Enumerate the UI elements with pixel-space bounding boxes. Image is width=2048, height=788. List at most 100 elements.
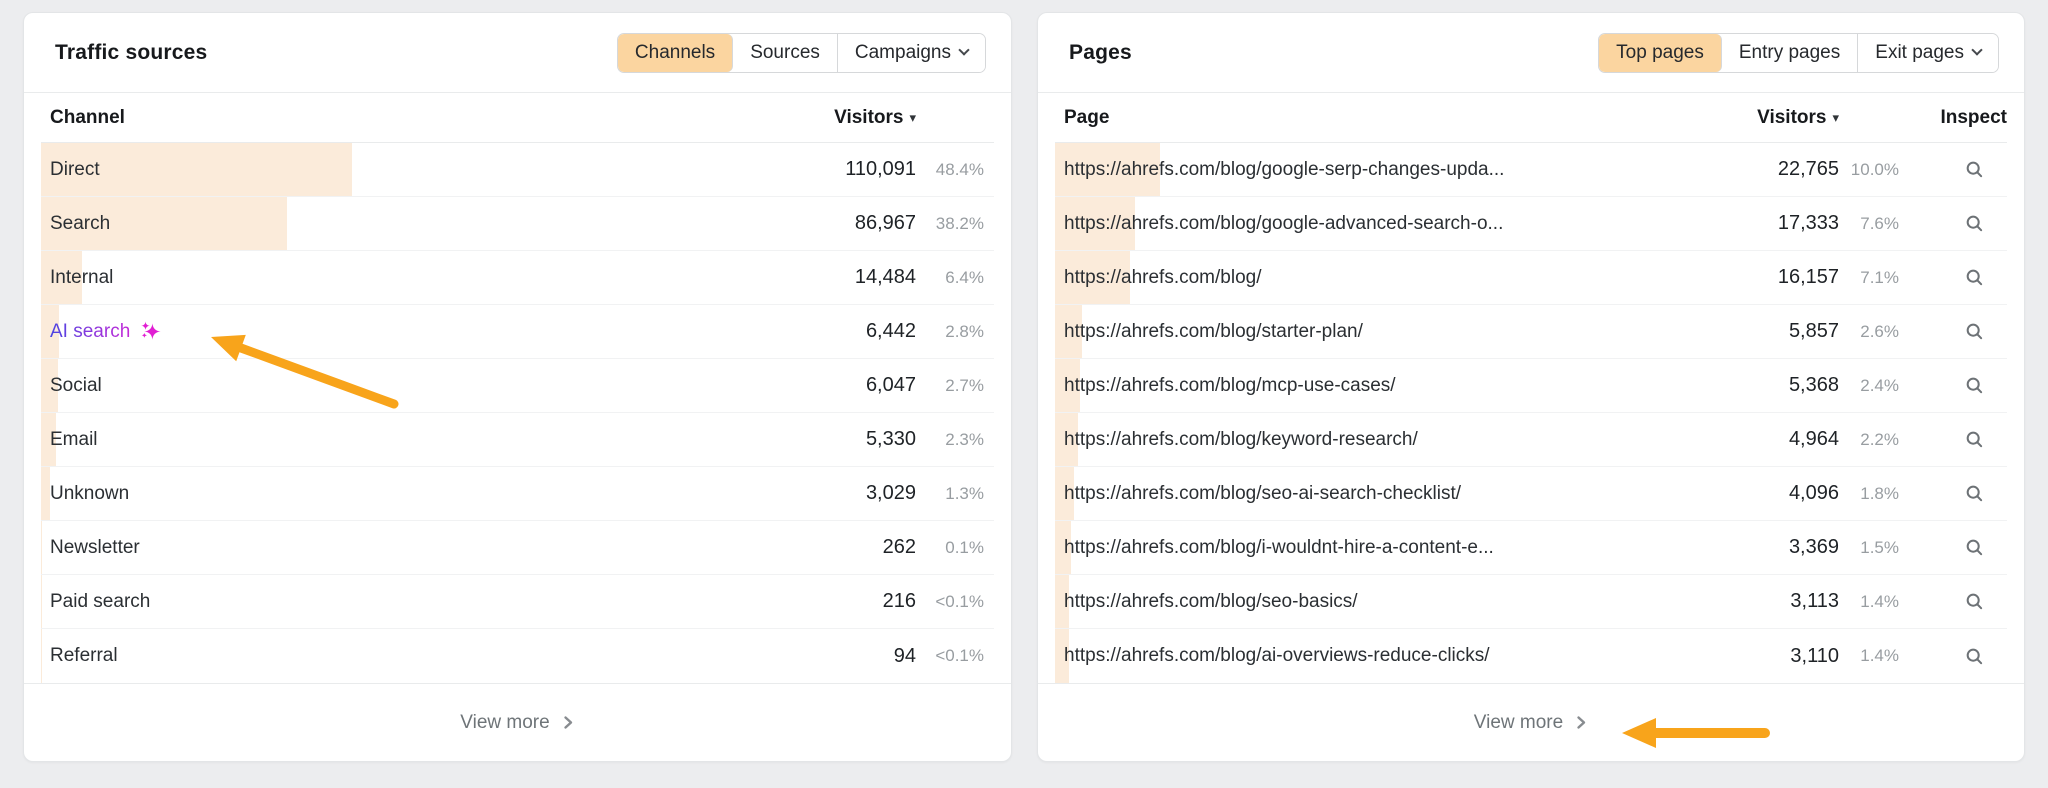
- page-url[interactable]: https://ahrefs.com/blog/seo-basics/: [1055, 591, 1699, 613]
- visitors-percent: 7.6%: [1860, 213, 1899, 233]
- tab-channels[interactable]: Channels: [617, 33, 734, 72]
- channel-row[interactable]: Internal 14,484 6.4%: [41, 251, 994, 305]
- pages-panel: Pages Top pages Entry pages Exit pages P…: [1037, 12, 2025, 762]
- inspect-icon[interactable]: [1964, 591, 1985, 612]
- page-row[interactable]: https://ahrefs.com/blog/seo-ai-search-ch…: [1055, 467, 2007, 521]
- channel-row[interactable]: Unknown 3,029 1.3%: [41, 467, 994, 521]
- tab-exit-pages[interactable]: Exit pages: [1858, 33, 1998, 72]
- visitors-percent: 2.3%: [945, 429, 984, 449]
- page-url[interactable]: https://ahrefs.com/blog/seo-ai-search-ch…: [1055, 483, 1699, 505]
- channel-label: Newsletter: [50, 536, 140, 558]
- inspect-icon[interactable]: [1964, 375, 1985, 396]
- inspect-icon[interactable]: [1964, 321, 1985, 342]
- page-row[interactable]: https://ahrefs.com/blog/i-wouldnt-hire-a…: [1055, 521, 2007, 575]
- inspect-icon[interactable]: [1964, 483, 1985, 504]
- visitors-percent: 1.5%: [1860, 537, 1899, 557]
- page-row[interactable]: https://ahrefs.com/blog/mcp-use-cases/ 5…: [1055, 359, 2007, 413]
- visitors-percent: 2.6%: [1860, 321, 1899, 341]
- page-row[interactable]: https://ahrefs.com/blog/google-serp-chan…: [1055, 143, 2007, 197]
- page-url[interactable]: https://ahrefs.com/blog/google-serp-chan…: [1055, 159, 1699, 181]
- channel-label: Search: [50, 212, 111, 234]
- visitors-percent: 2.8%: [945, 321, 984, 341]
- visitors-percent: 1.4%: [1860, 591, 1899, 611]
- visitors-value: 16,157: [1777, 266, 1839, 288]
- pages-header: Pages Top pages Entry pages Exit pages: [1038, 13, 2024, 93]
- page-row[interactable]: https://ahrefs.com/blog/google-advanced-…: [1055, 197, 2007, 251]
- visitors-value: 5,330: [865, 428, 916, 450]
- channel-row[interactable]: Referral 94 <0.1%: [41, 629, 994, 683]
- channel-rows: Direct 110,091 48.4% Search 86,967 38.2%…: [41, 143, 994, 683]
- visitors-value: 22,765: [1777, 158, 1839, 180]
- page-title: Traffic sources: [55, 40, 208, 64]
- visitors-value: 86,967: [854, 212, 916, 234]
- page-url[interactable]: https://ahrefs.com/blog/ai-overviews-red…: [1055, 645, 1699, 667]
- inspect-icon[interactable]: [1964, 267, 1985, 288]
- visitors-percent: <0.1%: [935, 646, 984, 665]
- visitors-percent: 38.2%: [935, 213, 984, 233]
- traffic-sources-panel: Traffic sources Channels Sources Campaig…: [23, 12, 1012, 762]
- visitors-percent: 2.4%: [1860, 375, 1899, 395]
- channel-row[interactable]: Newsletter 262 0.1%: [41, 521, 994, 575]
- page-row[interactable]: https://ahrefs.com/blog/seo-basics/ 3,11…: [1055, 575, 2007, 629]
- inspect-icon[interactable]: [1964, 213, 1985, 234]
- channel-row[interactable]: AI search 6,442 2.8%: [41, 305, 994, 359]
- visitors-value: 6,047: [865, 374, 916, 396]
- tab-entry-pages[interactable]: Entry pages: [1721, 33, 1859, 72]
- channel-row[interactable]: Social 6,047 2.7%: [41, 359, 994, 413]
- channel-row[interactable]: Paid search 216 <0.1%: [41, 575, 994, 629]
- page-row[interactable]: https://ahrefs.com/blog/starter-plan/ 5,…: [1055, 305, 2007, 359]
- page-url[interactable]: https://ahrefs.com/blog/: [1055, 267, 1699, 289]
- visitors-value: 94: [893, 644, 916, 667]
- channel-label: Direct: [50, 158, 100, 180]
- channel-label: Social: [50, 374, 102, 396]
- view-more-button[interactable]: View more: [1038, 683, 2024, 761]
- visitors-value: 216: [882, 590, 916, 612]
- view-more-button[interactable]: View more: [24, 683, 1011, 761]
- page-row[interactable]: https://ahrefs.com/blog/keyword-research…: [1055, 413, 2007, 467]
- ai-sparkle-icon: [141, 321, 161, 340]
- traffic-sources-table: Channel Visitors ▾ Direct 110,091 48.4% …: [24, 93, 1011, 683]
- visitors-value: 14,484: [854, 266, 916, 288]
- tab-top-pages[interactable]: Top pages: [1599, 33, 1722, 72]
- tab-campaigns[interactable]: Campaigns: [837, 33, 985, 72]
- inspect-icon[interactable]: [1964, 429, 1985, 450]
- visitors-percent: 1.4%: [1860, 646, 1899, 665]
- channel-label: Email: [50, 428, 98, 450]
- channel-label: AI search: [41, 320, 766, 343]
- page-url[interactable]: https://ahrefs.com/blog/google-advanced-…: [1055, 213, 1699, 235]
- sort-desc-icon: ▾: [909, 110, 916, 125]
- channel-label: Unknown: [50, 482, 130, 504]
- traffic-sources-tab-group: Channels Sources Campaigns: [616, 32, 986, 73]
- column-header-channel[interactable]: Channel: [41, 107, 766, 129]
- page-url[interactable]: https://ahrefs.com/blog/i-wouldnt-hire-a…: [1055, 537, 1699, 559]
- visitors-value: 4,964: [1788, 428, 1839, 450]
- inspect-icon[interactable]: [1964, 537, 1985, 558]
- column-header-visitors[interactable]: Visitors ▾: [1699, 107, 1839, 129]
- visitors-value: 3,113: [1790, 590, 1839, 612]
- channel-row[interactable]: Email 5,330 2.3%: [41, 413, 994, 467]
- chevron-right-icon: [564, 716, 572, 729]
- inspect-icon[interactable]: [1964, 646, 1985, 667]
- chevron-right-icon: [1577, 716, 1586, 729]
- visitors-percent: 1.3%: [945, 483, 984, 503]
- channel-row[interactable]: Direct 110,091 48.4%: [41, 143, 994, 197]
- visitors-value: 6,442: [865, 320, 916, 342]
- page-row[interactable]: https://ahrefs.com/blog/ai-overviews-red…: [1055, 629, 2007, 683]
- visitors-percent: 0.1%: [945, 537, 984, 557]
- visitors-percent: 1.8%: [1860, 483, 1899, 503]
- visitors-value: 110,091: [845, 158, 916, 180]
- column-header-visitors[interactable]: Visitors ▾: [766, 107, 916, 129]
- page-url[interactable]: https://ahrefs.com/blog/keyword-research…: [1055, 429, 1699, 451]
- page-row[interactable]: https://ahrefs.com/blog/ 16,157 7.1%: [1055, 251, 2007, 305]
- channel-row[interactable]: Search 86,967 38.2%: [41, 197, 994, 251]
- inspect-icon[interactable]: [1964, 159, 1985, 180]
- visitors-value: 5,368: [1788, 374, 1839, 396]
- column-header-page[interactable]: Page: [1055, 107, 1699, 129]
- visitors-value: 3,029: [865, 482, 916, 504]
- page-url[interactable]: https://ahrefs.com/blog/mcp-use-cases/: [1055, 375, 1699, 397]
- visitors-value: 4,096: [1788, 482, 1839, 504]
- page-url[interactable]: https://ahrefs.com/blog/starter-plan/: [1055, 321, 1699, 343]
- tab-sources[interactable]: Sources: [733, 33, 838, 72]
- visitors-percent: 6.4%: [945, 267, 984, 287]
- visitors-value: 5,857: [1788, 320, 1839, 342]
